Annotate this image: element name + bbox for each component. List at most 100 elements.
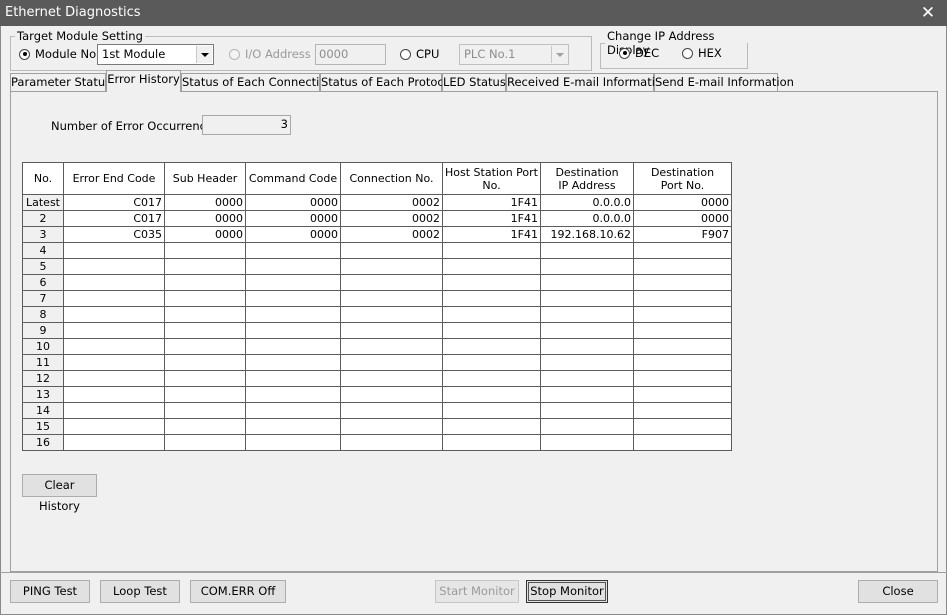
table-row[interactable]: 13 — [22, 386, 732, 403]
table-cell — [540, 386, 634, 403]
table-cell — [164, 258, 246, 275]
column-header-line1: Sub Header — [172, 172, 238, 185]
table-row[interactable]: 4 — [22, 242, 732, 259]
table-row[interactable]: 3 C035 0000 0000 0002 1F41 192.168.10.62 F907 — [22, 226, 732, 243]
title-bar: Ethernet Diagnostics ✕ — [0, 0, 947, 26]
table-cell — [442, 354, 541, 371]
table-cell — [442, 434, 541, 451]
table-cell — [540, 306, 634, 323]
table-cell — [540, 418, 634, 435]
io-address-radio[interactable]: I/O Address — [229, 47, 311, 61]
table-row[interactable]: 16 — [22, 434, 732, 451]
cpu-label: CPU — [416, 47, 440, 61]
table-cell — [63, 242, 165, 259]
row-number: 10 — [22, 338, 64, 355]
column-header-line1: Destination — [555, 165, 619, 179]
table-cell — [633, 338, 732, 355]
loop-test-button[interactable]: Loop Test — [100, 580, 180, 603]
table-cell — [245, 370, 341, 387]
table-cell — [245, 354, 341, 371]
io-address-input[interactable]: 0000 — [315, 44, 386, 65]
tab-received-email-information[interactable]: Received E-mail Information — [506, 73, 669, 92]
error-occurrences-label: Number of Error Occurrences — [51, 119, 220, 133]
table-cell — [340, 274, 443, 291]
module-no-radio[interactable]: Module No. — [19, 47, 100, 61]
table-cell — [340, 322, 443, 339]
table-row[interactable]: 2 C017 0000 0000 0002 1F41 0.0.0.0 0000 — [22, 210, 732, 227]
table-cell — [63, 338, 165, 355]
row-number: 16 — [22, 434, 64, 451]
table-cell — [63, 418, 165, 435]
tab-parameter-status[interactable]: Parameter Status — [10, 73, 111, 92]
start-monitor-button[interactable]: Start Monitor — [435, 580, 519, 603]
table-cell — [164, 242, 246, 259]
row-number: 13 — [22, 386, 64, 403]
table-cell — [442, 338, 541, 355]
close-icon[interactable]: ✕ — [917, 2, 939, 24]
error-occurrences-value: 3 — [202, 115, 291, 135]
table-cell — [442, 258, 541, 275]
table-row[interactable]: 12 — [22, 370, 732, 387]
table-cell: 0000 — [245, 210, 341, 227]
table-row[interactable]: 10 — [22, 338, 732, 355]
table-cell: 0000 — [164, 226, 246, 243]
table-row[interactable]: 11 — [22, 354, 732, 371]
table-row[interactable]: 15 — [22, 418, 732, 435]
table-cell — [540, 242, 634, 259]
error-history-table: No. Error End Code Sub Header Command Code C… — [22, 162, 732, 451]
cpu-radio[interactable]: CPU — [400, 47, 439, 61]
table-row[interactable]: 8 — [22, 306, 732, 323]
table-cell: 0000 — [164, 210, 246, 227]
radio-checked-icon — [619, 47, 630, 59]
table-cell — [63, 258, 165, 275]
row-number: Latest — [22, 194, 64, 211]
table-cell — [340, 338, 443, 355]
clear-history-button[interactable]: Clear History — [22, 474, 97, 513]
table-row[interactable]: 5 — [22, 258, 732, 275]
tab-status-of-each-protocol[interactable]: Status of Each Protocol — [320, 73, 454, 92]
module-no-select[interactable]: 1st Module — [97, 44, 214, 65]
table-row[interactable]: 7 — [22, 290, 732, 307]
hex-label: HEX — [698, 46, 722, 60]
table-row[interactable]: 9 — [22, 322, 732, 339]
table-body: Latest C017 0000 0000 0002 1F41 0.0.0.0 0000 2 C0… — [22, 194, 732, 451]
table-row[interactable]: Latest C017 0000 0000 0002 1F41 0.0.0.0 0000 — [22, 194, 732, 211]
tab-send-email-information[interactable]: Send E-mail Information — [654, 73, 794, 92]
table-cell: F907 — [633, 226, 732, 243]
table-cell — [442, 322, 541, 339]
dec-radio[interactable]: DEC — [619, 46, 659, 60]
row-number: 11 — [22, 354, 64, 371]
table-row[interactable]: 6 — [22, 274, 732, 291]
cpu-value: PLC No.1 — [464, 47, 516, 61]
table-cell — [633, 242, 732, 259]
table-cell: 0002 — [340, 210, 443, 227]
table-cell — [633, 274, 732, 291]
column-header-line2: IP Address — [558, 178, 616, 192]
table-cell — [633, 290, 732, 307]
column-header: Destination Port No. — [633, 162, 732, 195]
table-cell — [245, 434, 341, 451]
table-cell — [63, 386, 165, 403]
radio-checked-icon — [19, 48, 30, 60]
tab-status-of-each-connection[interactable]: Status of Each Connection — [181, 73, 334, 92]
stop-monitor-button[interactable]: Stop Monitor — [526, 580, 608, 603]
close-button[interactable]: Close — [858, 580, 938, 603]
table-row[interactable]: 14 — [22, 402, 732, 419]
cpu-select[interactable]: PLC No.1 — [459, 44, 569, 65]
table-cell: 0002 — [340, 226, 443, 243]
table-cell: C035 — [63, 226, 165, 243]
table-cell: 0000 — [245, 194, 341, 211]
tab-error-history[interactable]: Error History — [106, 70, 181, 92]
table-cell: 192.168.10.62 — [540, 226, 634, 243]
table-cell — [340, 306, 443, 323]
column-header: Sub Header — [164, 162, 246, 195]
ping-test-button[interactable]: PING Test — [10, 580, 90, 603]
com-err-off-button[interactable]: COM.ERR Off — [190, 580, 286, 603]
tab-led-status[interactable]: LED Status — [442, 73, 506, 92]
table-cell — [442, 274, 541, 291]
table-cell — [245, 402, 341, 419]
window-title: Ethernet Diagnostics — [5, 5, 141, 20]
table-cell: 0000 — [633, 210, 732, 227]
hex-radio[interactable]: HEX — [682, 46, 722, 60]
table-cell — [540, 290, 634, 307]
